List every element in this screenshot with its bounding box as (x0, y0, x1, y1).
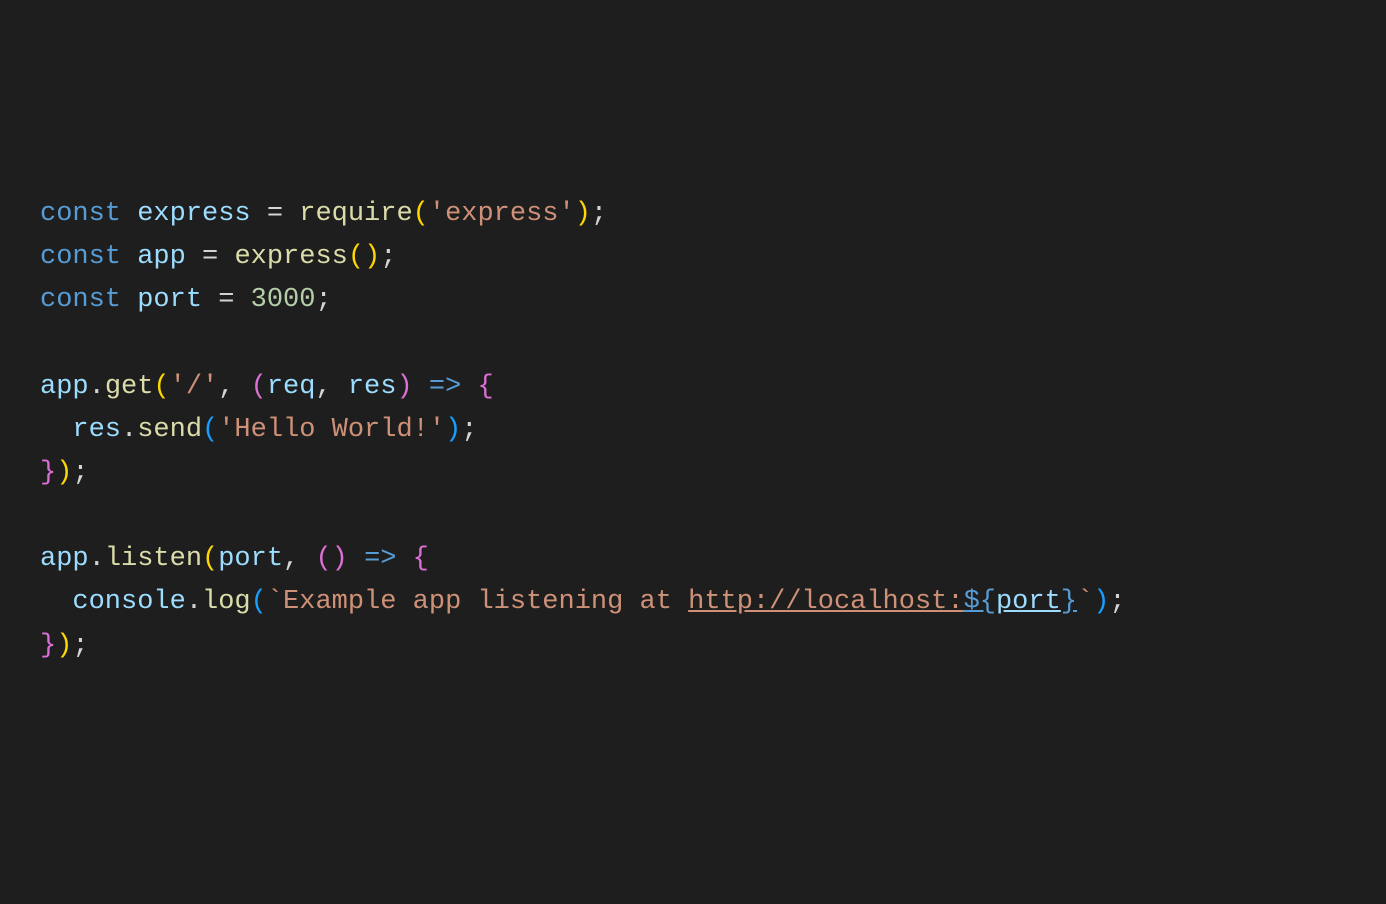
number-3000: 3000 (251, 285, 316, 315)
var-app: app (137, 242, 186, 272)
code-line-9: app.listen(port, () => { (40, 538, 1386, 581)
code-line-8 (40, 495, 1386, 538)
func-listen: listen (105, 544, 202, 574)
code-line-3: const port = 3000; (40, 279, 1386, 322)
string-route: '/' (170, 372, 219, 402)
var-app: app (40, 372, 89, 402)
code-line-1: const express = require('express'); (40, 193, 1386, 236)
func-get: get (105, 372, 154, 402)
func-send: send (137, 415, 202, 445)
var-req: req (267, 372, 316, 402)
keyword-const: const (40, 242, 121, 272)
func-express: express (234, 242, 347, 272)
code-line-10: console.log(`Example app listening at ht… (40, 581, 1386, 624)
arrow: => (364, 544, 396, 574)
func-log: log (202, 587, 251, 617)
template-string: Example app listening at (283, 587, 688, 617)
code-line-4 (40, 322, 1386, 365)
code-line-7: }); (40, 452, 1386, 495)
var-res: res (72, 415, 121, 445)
keyword-const: const (40, 199, 121, 229)
arrow: => (429, 372, 461, 402)
var-port: port (137, 285, 202, 315)
var-express: express (137, 199, 250, 229)
code-line-2: const app = express(); (40, 236, 1386, 279)
var-app: app (40, 544, 89, 574)
code-line-6: res.send('Hello World!'); (40, 409, 1386, 452)
code-line-11: }); (40, 625, 1386, 668)
var-res: res (348, 372, 397, 402)
var-console: console (72, 587, 185, 617)
var-port: port (218, 544, 283, 574)
code-line-5: app.get('/', (req, res) => { (40, 366, 1386, 409)
url-text: http://localhost: (688, 587, 963, 617)
func-require: require (299, 199, 412, 229)
string-hello: 'Hello World!' (218, 415, 445, 445)
code-editor[interactable]: const express = require('express');const… (40, 193, 1386, 668)
string-express: 'express' (429, 199, 575, 229)
var-port: port (996, 587, 1061, 617)
keyword-const: const (40, 285, 121, 315)
